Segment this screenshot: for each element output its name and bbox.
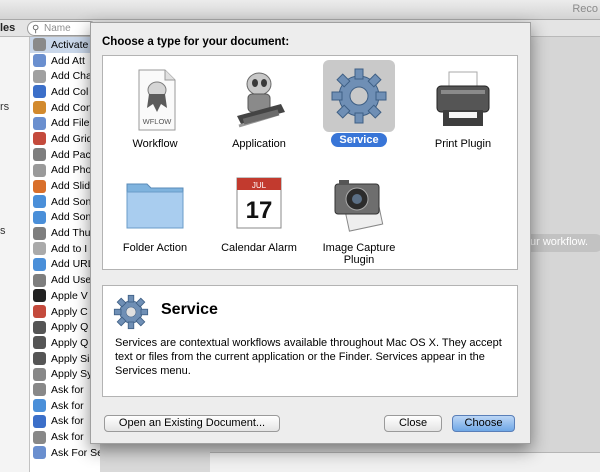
automator-robot-icon [223,64,295,136]
camera-icon [323,168,395,240]
calendar-icon: JUL 17 [223,168,295,240]
list-item-label: Add Use [51,274,92,287]
type-print-plugin[interactable]: Print Plugin [413,64,513,150]
list-item-label: Apply Si [51,352,90,365]
library-item-fragment[interactable]: s [0,225,6,237]
action-icon [33,273,46,287]
gear-icon [323,60,395,132]
action-icon [33,101,46,115]
type-application[interactable]: Application [209,64,309,150]
action-icon [33,414,46,428]
gear-icon [111,292,151,332]
search-placeholder: Name [44,23,71,34]
action-icon [33,132,46,146]
action-icon [33,305,46,319]
list-item-label: Apply C [51,305,88,318]
list-item-label: Apply Sy [51,368,93,381]
library-pane[interactable]: rs s [0,37,30,472]
library-header: les [0,22,16,34]
action-icon [33,163,46,177]
description-title: Service [161,301,218,318]
action-icon [33,54,46,68]
action-icon [33,210,46,224]
action-icon [33,446,46,460]
list-item-label: Add Son [51,195,92,208]
list-item-label: Add Thu [51,227,91,240]
search-icon: ⚲ [32,24,40,35]
workflow-document-icon: WFLOW [119,64,191,136]
action-icon [33,399,46,413]
type-label: Folder Action [122,242,188,254]
action-icon [33,367,46,381]
list-item-label: Add Slid [51,180,91,193]
list-item-label: Ask for [51,383,84,396]
list-item-label: Add to I [51,242,88,255]
choose-button[interactable]: Choose [452,415,515,432]
action-icon [33,69,46,83]
description-text: Services are contextual workflows availa… [115,337,502,377]
list-item-label: Add File [51,117,90,130]
list-item-label: Add Pac [51,148,91,161]
window-titlebar: Reco [0,0,600,20]
type-label: Calendar Alarm [221,242,297,254]
action-icon [33,289,46,303]
type-label: Print Plugin [434,138,492,150]
window-title: Reco [572,3,598,15]
list-item-label: Add Pho [51,164,92,177]
list-item-label: Add Con [51,101,92,114]
list-item-label: Add Grid [51,132,93,145]
type-image-capture-plugin[interactable]: Image Capture Plugin [309,168,409,266]
action-icon [33,430,46,444]
action-icon [33,38,46,52]
search-input[interactable]: ⚲ Name [27,21,97,36]
type-label: Workflow [132,138,178,150]
new-document-sheet: Choose a type for your document: WFLOW W… [90,22,531,444]
calendar-day: 17 [246,197,273,224]
library-item-fragment[interactable]: rs [0,101,9,113]
action-icon [33,195,46,209]
description-box: Service Services are contextual workflow… [102,285,518,397]
list-item-label: Add URL [51,258,94,271]
type-label: Service [331,133,387,147]
action-icon [33,148,46,162]
list-item[interactable]: Ask For Servers [30,445,100,461]
log-panel [210,452,600,472]
action-icon [33,242,46,256]
list-item-label: Ask for [51,399,84,412]
type-workflow[interactable]: WFLOW Workflow [105,64,205,150]
action-icon [33,383,46,397]
list-item-label: Add Cha [51,70,92,83]
sheet-title: Choose a type for your document: [102,36,290,48]
list-item-label: Ask for [51,415,84,428]
list-item-label: Apply Q [51,336,89,349]
type-folder-action[interactable]: Folder Action [105,168,205,254]
action-icon [33,116,46,130]
type-service[interactable]: Service [309,60,409,147]
type-label: Application [232,138,286,150]
action-icon [33,226,46,240]
list-item-label: Add Col [51,85,89,98]
calendar-month: JUL [252,181,267,190]
folder-icon [119,168,191,240]
list-item-label: Add Att [51,54,85,67]
type-calendar-alarm[interactable]: JUL 17 Calendar Alarm [209,168,309,254]
type-label: Image Capture Plugin [322,242,396,266]
action-icon [33,336,46,350]
action-icon [33,352,46,366]
list-item-label: Activate [51,38,89,51]
list-item-label: Ask For Servers [51,446,100,459]
list-item-label: Add Son [51,211,92,224]
list-item-label: Apply Q [51,321,89,334]
action-icon [33,179,46,193]
list-item-label: Apple V [51,289,88,302]
list-item-label: Ask for [51,431,84,444]
close-button[interactable]: Close [384,415,442,432]
workflow-doc-label: WFLOW [143,117,173,126]
document-type-grid: WFLOW Workflow Application Service Print… [102,55,518,270]
action-icon [33,320,46,334]
printer-icon [427,64,499,136]
action-icon [33,257,46,271]
action-icon [33,85,46,99]
open-existing-document-button[interactable]: Open an Existing Document... [104,415,280,432]
